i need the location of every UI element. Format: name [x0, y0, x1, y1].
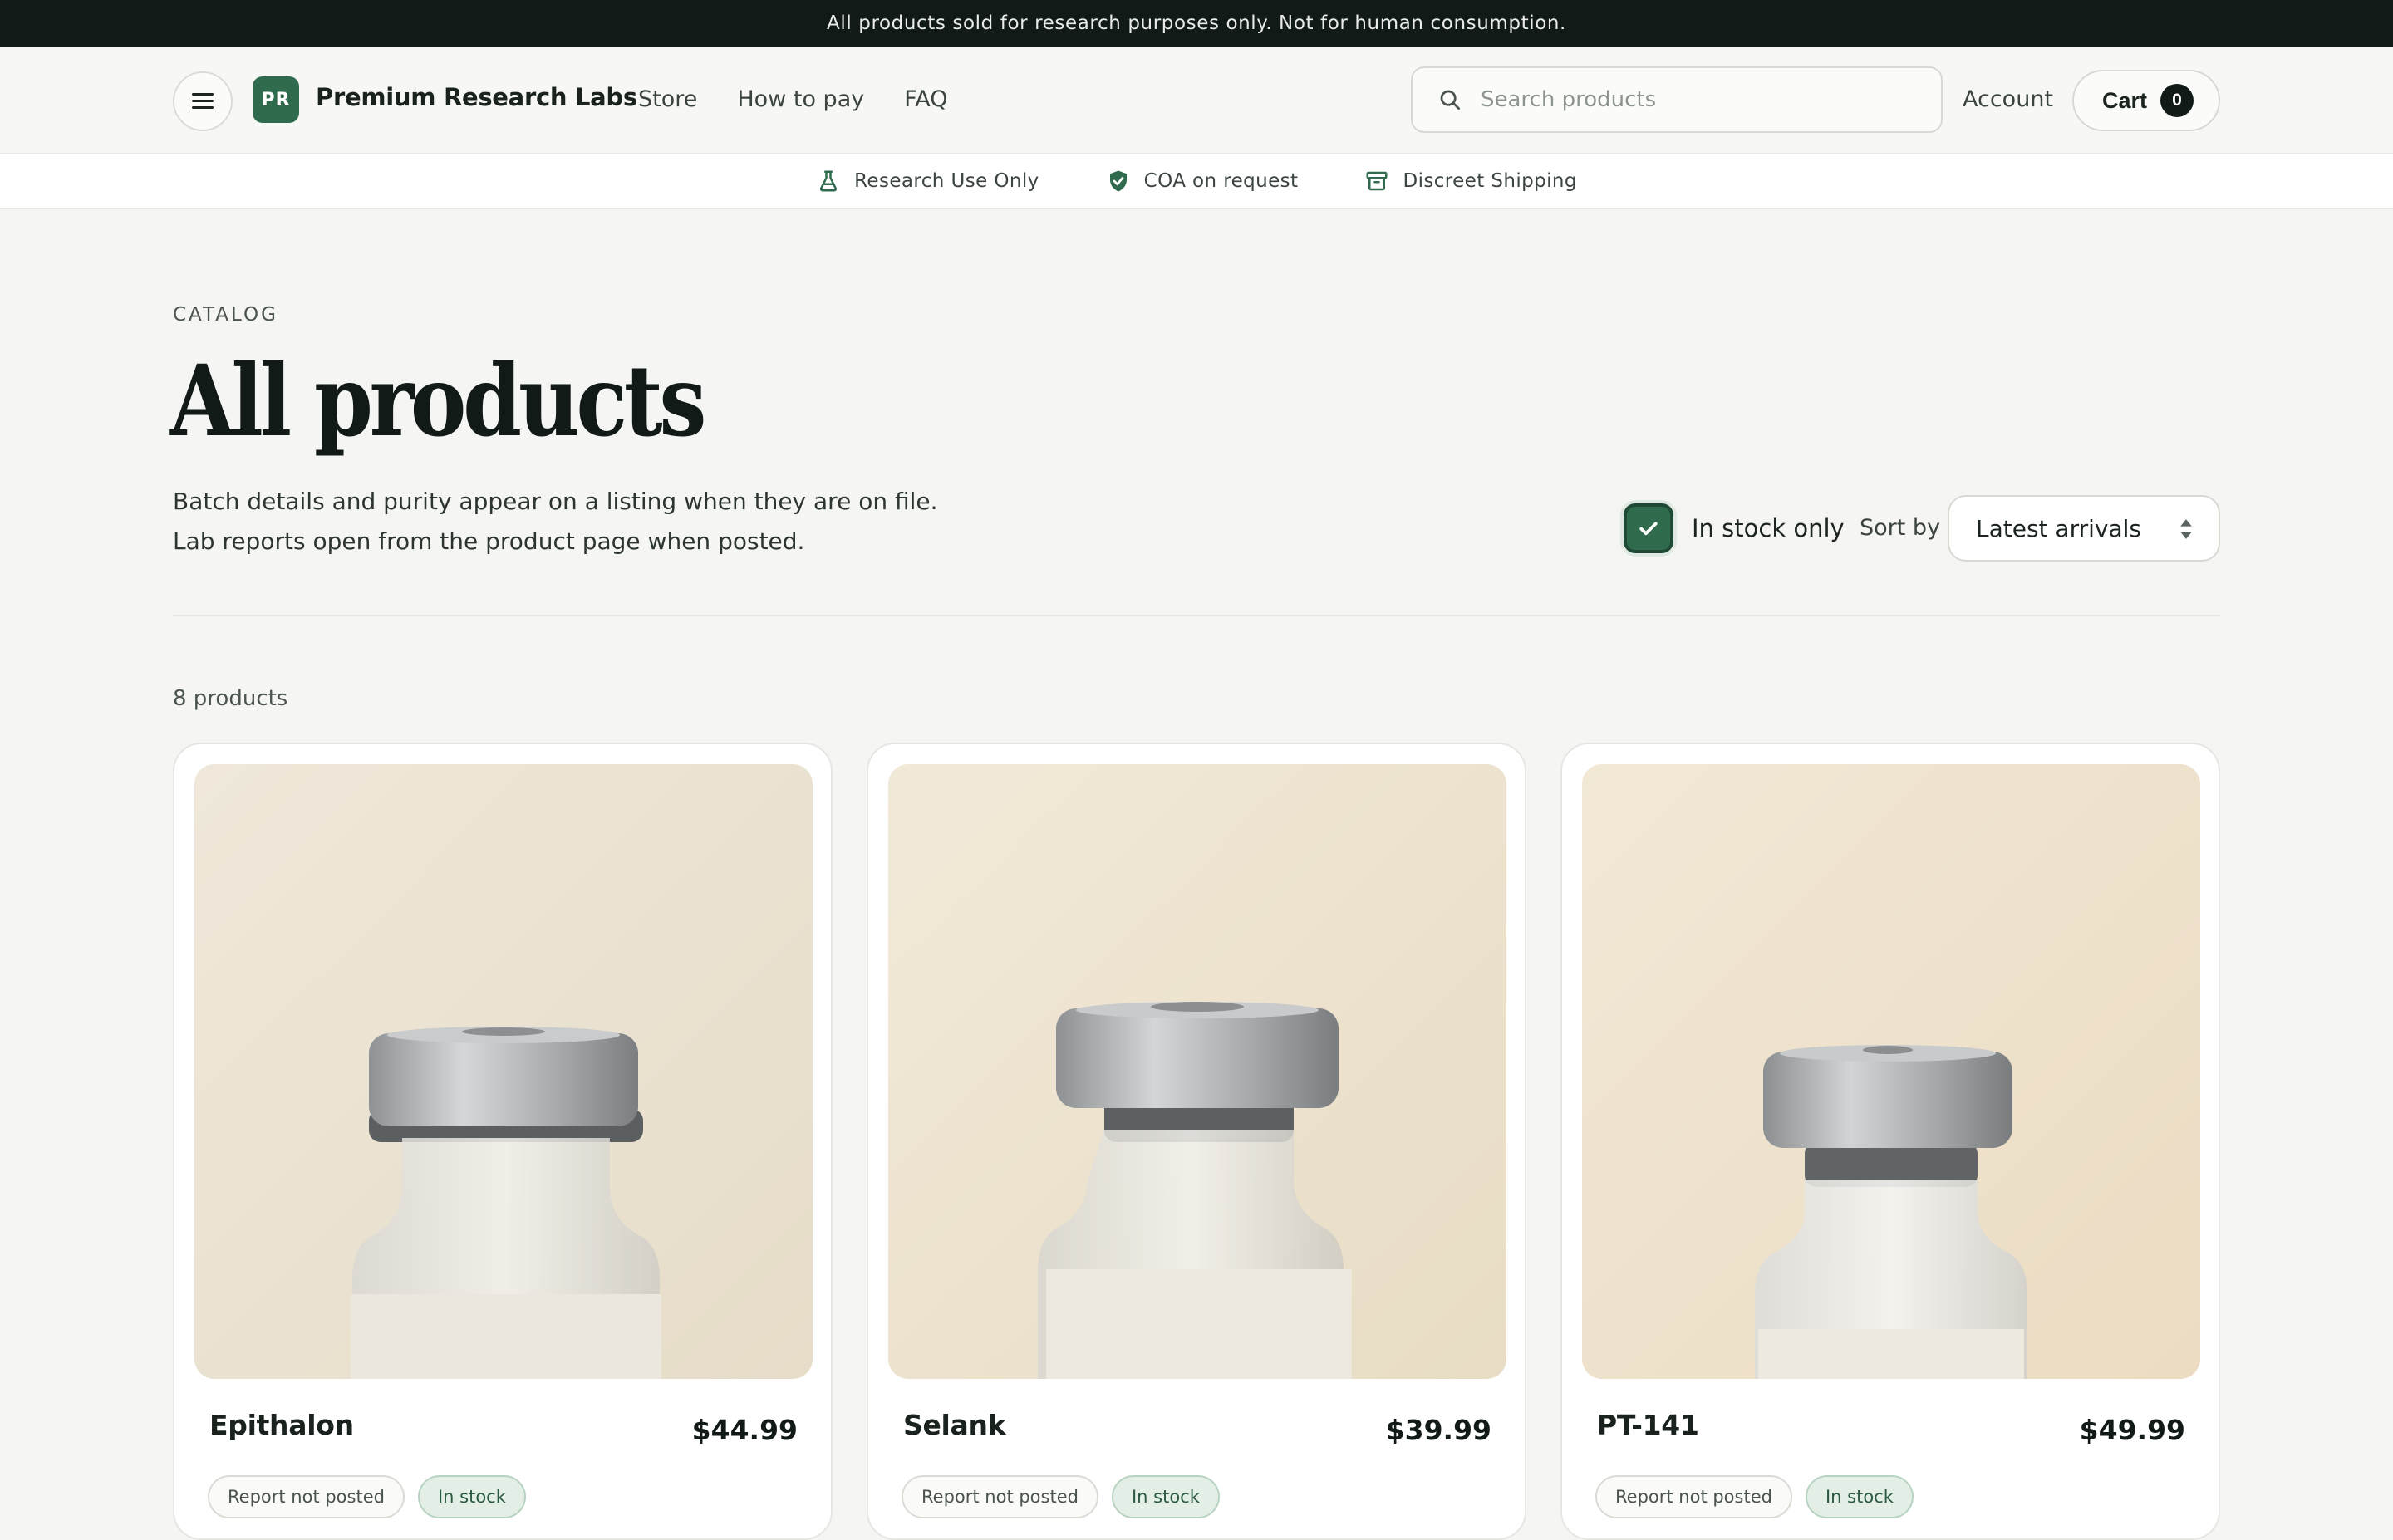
product-name[interactable]: PT-141 — [1597, 1409, 1699, 1441]
product-card[interactable]: Epithalon $44.99 Report not posted In st… — [173, 743, 833, 1540]
trust-bar: Research Use Only COA on request Discree… — [0, 154, 2393, 209]
cart-count-badge: 0 — [2160, 84, 2194, 117]
product-card[interactable]: Selank $39.99 Report not posted In stock — [867, 743, 1526, 1540]
trust-label: Research Use Only — [854, 170, 1039, 192]
product-name[interactable]: Selank — [903, 1409, 1006, 1441]
brand-name[interactable]: Premium Research Labs — [316, 83, 637, 111]
account-link[interactable]: Account — [1963, 86, 2053, 112]
cart-label: Cart — [2102, 87, 2148, 113]
logo-badge[interactable]: PR — [253, 76, 299, 123]
report-badge: Report not posted — [902, 1475, 1098, 1518]
product-price: $44.99 — [691, 1414, 798, 1446]
product-badges: Report not posted In stock — [902, 1475, 1220, 1518]
product-name[interactable]: Epithalon — [209, 1409, 354, 1441]
product-badges: Report not posted In stock — [1595, 1475, 1914, 1518]
report-badge: Report not posted — [1595, 1475, 1792, 1518]
flask-icon — [819, 170, 838, 192]
hamburger-icon — [192, 93, 214, 110]
product-count: 8 products — [173, 686, 288, 711]
trust-item-research-use: Research Use Only — [816, 169, 1039, 194]
cart-button[interactable]: Cart 0 — [2072, 70, 2220, 131]
announcement-bar: All products sold for research purposes … — [0, 0, 2393, 47]
in-stock-checkbox[interactable] — [1624, 503, 1673, 553]
product-card[interactable]: PT-141 $49.99 Report not posted In stock — [1560, 743, 2220, 1540]
nav-faq[interactable]: FAQ — [904, 86, 947, 112]
product-image[interactable] — [888, 764, 1506, 1379]
trust-label: Discreet Shipping — [1403, 170, 1577, 192]
vial-image — [888, 764, 1506, 1379]
stock-badge: In stock — [1111, 1475, 1220, 1518]
trust-label: COA on request — [1143, 170, 1299, 192]
stock-badge: In stock — [1805, 1475, 1914, 1518]
site-header: PR Premium Research Labs Store How to pa… — [0, 47, 2393, 154]
in-stock-filter[interactable]: In stock only — [1624, 503, 1845, 553]
divider — [173, 615, 2220, 616]
stock-badge: In stock — [417, 1475, 526, 1518]
search-icon — [1440, 90, 1460, 110]
vial-image — [1582, 764, 2200, 1379]
product-image[interactable] — [194, 764, 813, 1379]
select-arrows-icon — [2180, 519, 2192, 539]
in-stock-label: In stock only — [1692, 514, 1845, 542]
main-nav: Store How to pay FAQ — [638, 86, 948, 112]
check-icon — [1639, 522, 1658, 536]
shield-check-icon — [1109, 170, 1127, 192]
menu-button[interactable] — [173, 71, 233, 131]
trust-item-coa: COA on request — [1106, 169, 1299, 194]
catalog-intro: Batch details and purity appear on a lis… — [173, 488, 938, 555]
sort-value: Latest arrivals — [1976, 514, 2141, 542]
product-badges: Report not posted In stock — [208, 1475, 526, 1518]
nav-store[interactable]: Store — [638, 86, 697, 112]
product-price: $49.99 — [2079, 1414, 2185, 1446]
report-badge: Report not posted — [208, 1475, 405, 1518]
sort-select[interactable]: Latest arrivals — [1948, 495, 2220, 562]
catalog-eyebrow: CATALOG — [173, 304, 278, 326]
trust-item-shipping: Discreet Shipping — [1364, 169, 1577, 194]
announcement-text: All products sold for research purposes … — [827, 12, 1566, 34]
page-title: All products — [170, 343, 707, 459]
search-input[interactable] — [1481, 87, 1913, 112]
vial-image — [194, 764, 813, 1379]
nav-how-to-pay[interactable]: How to pay — [737, 86, 864, 112]
sort-label: Sort by — [1860, 515, 1941, 541]
archive-box-icon — [1366, 171, 1388, 191]
product-price: $39.99 — [1385, 1414, 1491, 1446]
product-image[interactable] — [1582, 764, 2200, 1379]
search-box[interactable] — [1411, 66, 1943, 133]
